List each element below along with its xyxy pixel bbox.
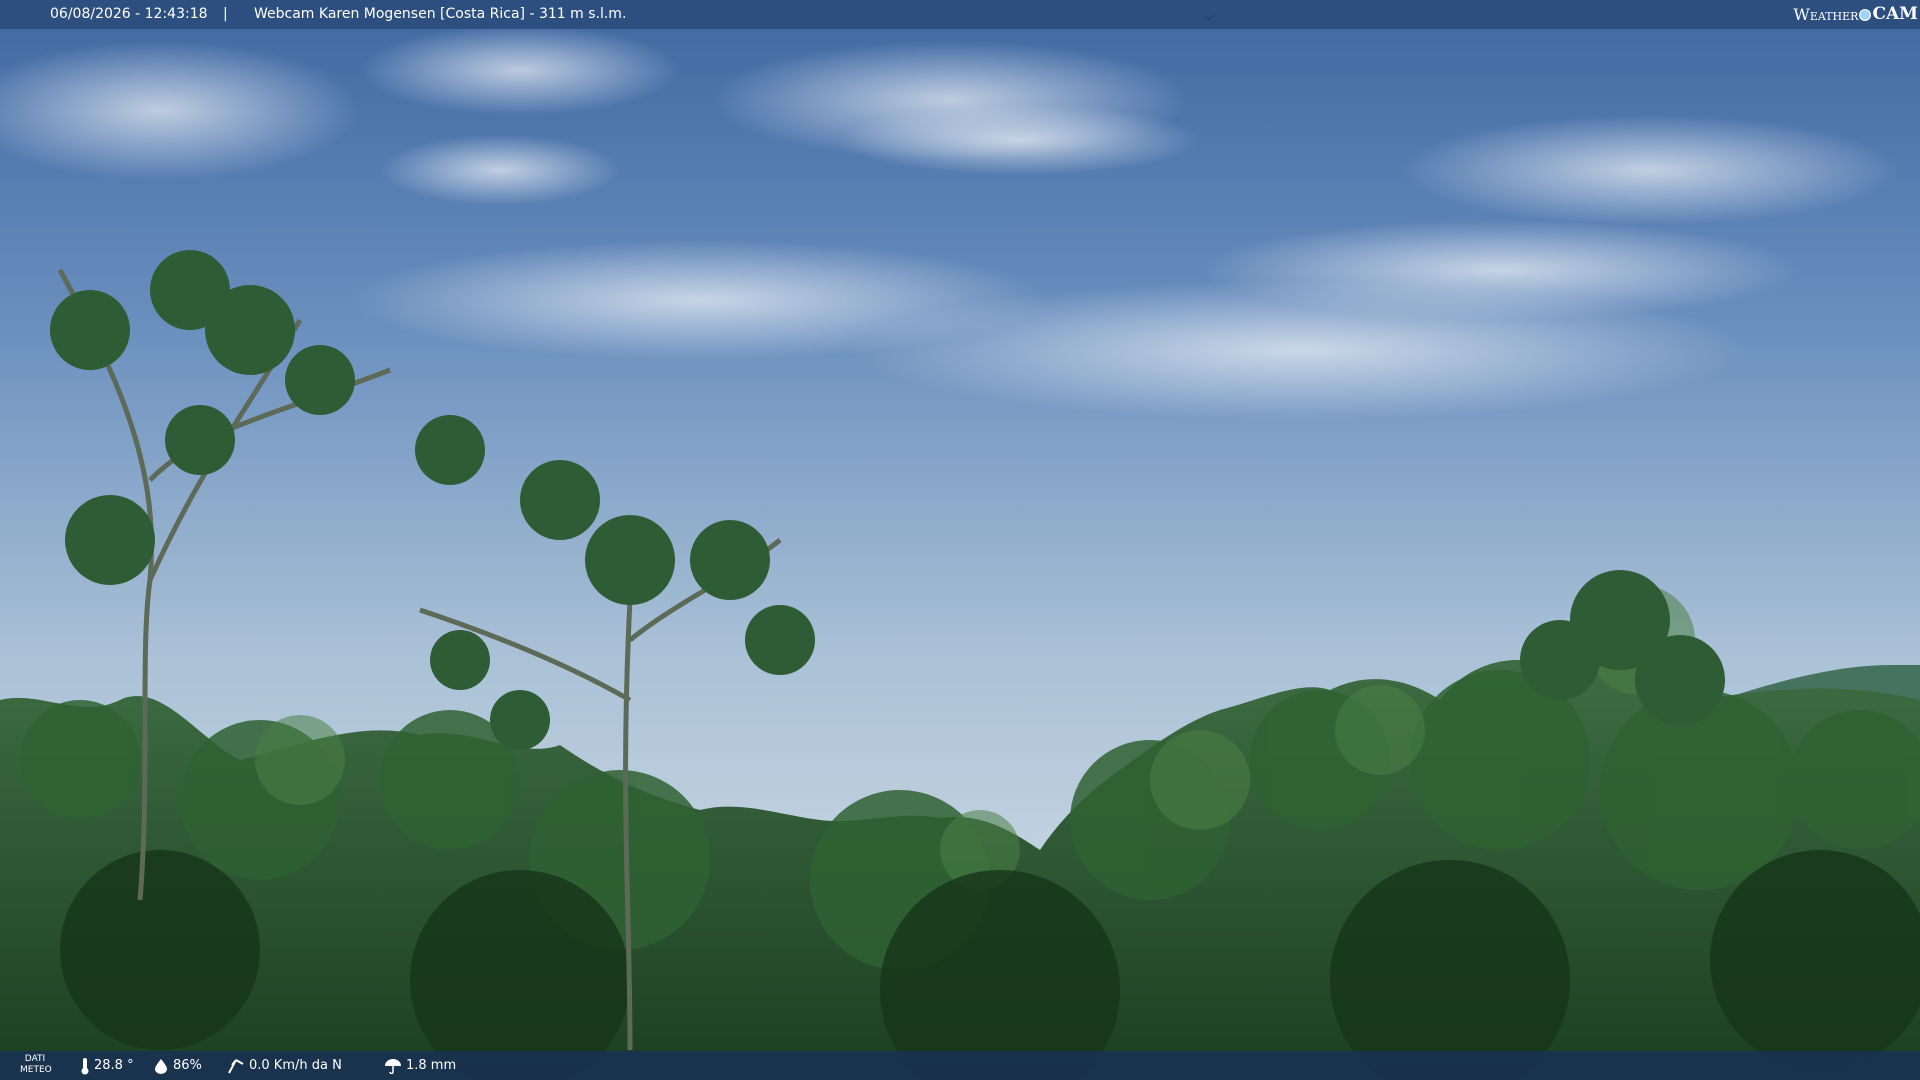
webcam-scene — [0, 0, 1920, 1080]
weather-data-bar: DATI METEO 28.8 ° 86% 0.0 Km/h da N 1.8 … — [0, 1051, 1920, 1080]
timestamp: 06/08/2026 - 12:43:18 — [50, 6, 208, 22]
temperature-reading: 28.8 ° — [80, 1051, 134, 1080]
temperature-value: 28.8 ° — [94, 1058, 134, 1073]
rain-reading: 1.8 mm — [384, 1051, 456, 1080]
rain-umbrella-icon — [385, 1058, 401, 1074]
wind-reading: 0.0 Km/h da N — [227, 1051, 342, 1080]
wind-value: 0.0 Km/h da N — [249, 1058, 342, 1073]
humidity-reading: 86% — [153, 1051, 202, 1080]
wind-icon — [228, 1058, 244, 1073]
separator: | — [223, 6, 228, 22]
logo-text-cam: CAM — [1872, 4, 1918, 24]
humidity-value: 86% — [173, 1058, 202, 1073]
rain-value: 1.8 mm — [406, 1058, 457, 1073]
logo-globe-icon — [1859, 8, 1872, 21]
weathercam-logo: Weather CAM — [1793, 0, 1918, 29]
weather-data-label: DATI METEO — [20, 1054, 52, 1075]
top-overlay-bar: 06/08/2026 - 12:43:18 | Webcam Karen Mog… — [0, 0, 1920, 29]
humidity-drop-icon — [155, 1058, 167, 1074]
logo-text-weather: Weather — [1793, 5, 1859, 24]
camera-title: Webcam Karen Mogensen [Costa Rica] - 311… — [254, 6, 627, 22]
thermometer-icon — [81, 1057, 89, 1074]
